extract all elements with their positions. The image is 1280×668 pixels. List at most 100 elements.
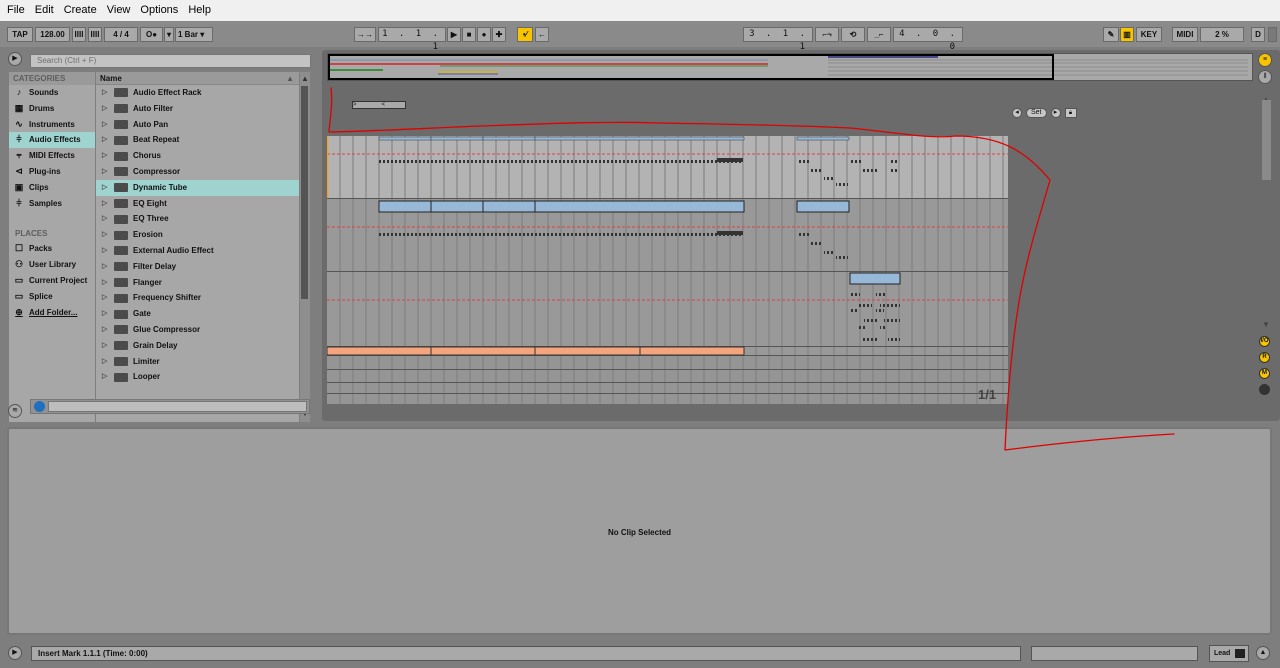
play-icon[interactable]: ▶	[447, 27, 461, 42]
browser-item[interactable]: ▷ EQ Eight	[96, 196, 299, 212]
follow-button[interactable]: →→	[354, 27, 376, 42]
session-view-icon[interactable]: ⦀	[1258, 70, 1272, 84]
prev-locator-icon[interactable]: ◂	[1012, 108, 1022, 118]
browser-item[interactable]: ▷ Beat Repeat	[96, 132, 299, 148]
menu-file[interactable]: File	[2, 0, 30, 21]
tempo-field[interactable]: 128.00	[35, 27, 70, 42]
browser-item[interactable]: ▷ Compressor	[96, 164, 299, 180]
category-plug-ins[interactable]: ⊲ Plug-ins	[9, 164, 95, 180]
menu-help[interactable]: Help	[183, 0, 216, 21]
browser-item[interactable]: ▷ External Audio Effect	[96, 243, 299, 259]
key-map-button[interactable]: KEY	[1136, 27, 1162, 42]
menu-create[interactable]: Create	[59, 0, 102, 21]
browser-item[interactable]: ▷ Looper	[96, 369, 299, 385]
browser-item[interactable]: ▷ Audio Effect Rack	[96, 85, 299, 101]
preview-icon[interactable]	[34, 401, 45, 412]
song-position-field[interactable]: 1 . 1 . 1	[378, 27, 446, 52]
browser-groove-icon[interactable]: ≋	[8, 404, 22, 418]
expand-triangle-icon[interactable]: ▷	[102, 180, 111, 196]
place-current-project[interactable]: ▭ Current Project	[9, 273, 95, 289]
expand-triangle-icon[interactable]: ▷	[102, 243, 111, 259]
expand-triangle-icon[interactable]: ▷	[102, 338, 111, 354]
mixer-toggle-icon[interactable]: M	[1259, 368, 1270, 379]
io-toggle-icon[interactable]: I/O	[1259, 336, 1270, 347]
overdub-icon[interactable]: ✚	[492, 27, 506, 42]
category-sounds[interactable]: ♪ Sounds	[9, 85, 95, 101]
tap-tempo-button[interactable]: TAP	[7, 27, 33, 42]
category-samples[interactable]: ⫩ Samples	[9, 196, 95, 212]
browser-item[interactable]: ▷ Auto Pan	[96, 117, 299, 133]
arrangement-overview[interactable]	[327, 53, 1253, 81]
search-input[interactable]: Search (Ctrl + F)	[30, 54, 311, 68]
browser-item[interactable]: ▷ Glue Compressor	[96, 322, 299, 338]
metronome-menu-icon[interactable]: ▾	[164, 27, 174, 42]
browser-item[interactable]: ▷ EQ Three	[96, 211, 299, 227]
expand-triangle-icon[interactable]: ▷	[102, 101, 111, 117]
expand-triangle-icon[interactable]: ▷	[102, 148, 111, 164]
browser-item[interactable]: ▷ Chorus	[96, 148, 299, 164]
browser-toggle-icon[interactable]: ▶	[8, 52, 22, 66]
punch-out-icon[interactable]: _⌐	[867, 27, 891, 42]
expand-triangle-icon[interactable]: ▷	[102, 275, 111, 291]
cross-fader-toggle-icon[interactable]	[1259, 384, 1270, 395]
expand-triangle-icon[interactable]: ▷	[102, 369, 111, 385]
browser-scroll-thumb[interactable]	[301, 86, 308, 299]
locator-scrub-field[interactable]: > <	[352, 101, 406, 109]
expand-triangle-icon[interactable]: ▷	[102, 117, 111, 133]
midi-map-button[interactable]: MIDI	[1172, 27, 1198, 42]
loop-switch-icon[interactable]: ⟲	[841, 27, 865, 42]
track-lanes[interactable]	[326, 136, 1008, 404]
detail-view[interactable]: No Clip Selected	[7, 427, 1272, 635]
browser-item[interactable]: ▷ Filter Delay	[96, 259, 299, 275]
menu-edit[interactable]: Edit	[30, 0, 59, 21]
back-to-arrangement-icon[interactable]: ←	[535, 27, 549, 42]
expand-triangle-icon[interactable]: ▷	[102, 164, 111, 180]
browser-item[interactable]: ▷ Frequency Shifter	[96, 290, 299, 306]
browser-item[interactable]: ▷ Flanger	[96, 275, 299, 291]
arrangement-scroll-down-icon[interactable]: ▼	[1262, 320, 1270, 329]
info-view-toggle-icon[interactable]: ▶	[8, 646, 22, 660]
expand-triangle-icon[interactable]: ▷	[102, 290, 111, 306]
automation-arm-icon[interactable]: •⁄	[517, 27, 533, 42]
place-packs[interactable]: ☐ Packs	[9, 241, 95, 257]
loop-start-field[interactable]: 3 . 1 . 1	[743, 27, 813, 52]
browser-item[interactable]: ▷ Limiter	[96, 354, 299, 370]
category-instruments[interactable]: ∿ Instruments	[9, 117, 95, 133]
menu-options[interactable]: Options	[135, 0, 183, 21]
browser-item[interactable]: ▷ Gate	[96, 306, 299, 322]
category-clips[interactable]: ▣ Clips	[9, 180, 95, 196]
record-icon[interactable]: ●	[477, 27, 491, 42]
returns-toggle-icon[interactable]: R	[1259, 352, 1270, 363]
expand-triangle-icon[interactable]: ▷	[102, 132, 111, 148]
scroll-up-icon[interactable]: ▲	[301, 74, 309, 83]
punch-in-icon[interactable]: ⌐¬	[815, 27, 839, 42]
next-locator-icon[interactable]: ▸	[1050, 108, 1061, 118]
expand-triangle-icon[interactable]: ▷	[102, 322, 111, 338]
expand-triangle-icon[interactable]: ▷	[102, 196, 111, 212]
expand-triangle-icon[interactable]: ▷	[102, 211, 111, 227]
expand-triangle-icon[interactable]: ▷	[102, 354, 111, 370]
computer-midi-keyboard-icon[interactable]: ▥	[1120, 27, 1134, 42]
stop-icon[interactable]: ■	[462, 27, 476, 42]
time-signature-field[interactable]: 4 / 4	[104, 27, 138, 42]
browser-item[interactable]: ▷ Dynamic Tube	[96, 179, 299, 196]
menu-lines-icon[interactable]: ≡	[1258, 53, 1272, 67]
expand-triangle-icon[interactable]: ▷	[102, 227, 111, 243]
place-add-folder[interactable]: ⊕ Add Folder...	[9, 305, 95, 321]
draw-mode-icon[interactable]: ✎	[1103, 27, 1119, 42]
browser-item[interactable]: ▷ Erosion	[96, 227, 299, 243]
place-splice[interactable]: ▭ Splice	[9, 289, 95, 305]
overview-view-frame[interactable]	[328, 54, 1054, 80]
nudge-up-button[interactable]: IIII	[88, 27, 102, 42]
lead-track-button[interactable]: Lead	[1209, 645, 1249, 662]
detail-view-toggle-icon[interactable]: ▲	[1256, 646, 1270, 660]
expand-triangle-icon[interactable]: ▷	[102, 306, 111, 322]
name-column-header[interactable]: Name ▲	[96, 72, 299, 85]
category-audio-effects[interactable]: ⫩ Audio Effects	[9, 132, 95, 149]
expand-triangle-icon[interactable]: ▷	[102, 259, 111, 275]
expand-triangle-icon[interactable]: ▷	[102, 85, 111, 101]
menu-view[interactable]: View	[102, 0, 136, 21]
category-drums[interactable]: ▦ Drums	[9, 101, 95, 117]
nudge-down-button[interactable]: IIII	[72, 27, 86, 42]
preview-bar[interactable]	[30, 399, 310, 414]
